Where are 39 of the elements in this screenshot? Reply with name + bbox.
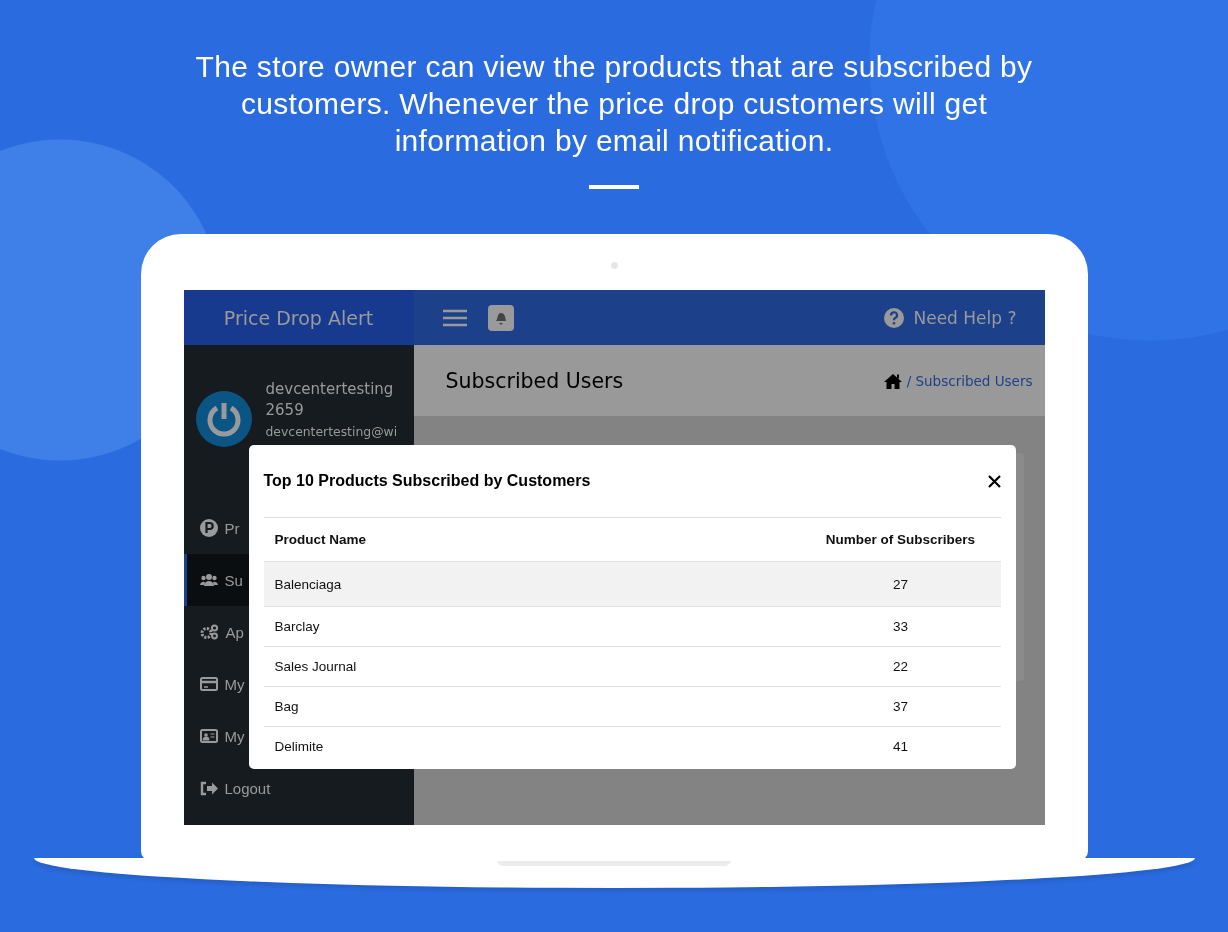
- table-cell-text: Balenciaga: [273, 576, 343, 592]
- table-cell-text: Bag: [273, 699, 300, 714]
- bell-icon[interactable]: [487, 304, 514, 331]
- product-icon: [199, 519, 218, 537]
- logout-icon: [199, 780, 218, 796]
- id-card-icon: [199, 729, 218, 743]
- camera-dot: [610, 262, 618, 269]
- sidebar-item[interactable]: My: [183, 658, 249, 710]
- menu-icon[interactable]: [441, 307, 468, 328]
- table-cell-text: 37: [892, 699, 909, 714]
- users-icon: [199, 573, 218, 587]
- table-cell-text: 41: [892, 739, 909, 754]
- app-brand: Price Drop Alert: [183, 290, 414, 345]
- breadcrumb-link[interactable]: / Subscribed Users: [906, 372, 1033, 389]
- sidebar-item[interactable]: Logout: [183, 762, 275, 814]
- home-icon[interactable]: [883, 372, 902, 389]
- help-icon: [884, 307, 905, 328]
- table-cell-text: 33: [892, 619, 909, 634]
- sidebar-item[interactable]: My: [183, 710, 249, 762]
- table-cell-text: Barclay: [273, 619, 321, 634]
- column-header: Number of Subscribers: [824, 532, 977, 547]
- headline: The store owner can view the products that are subscribed by customers. Whenever the price drop customers will get information by email notification.: [194, 49, 1034, 159]
- table-cell-text: 22: [892, 659, 909, 674]
- card-icon: [199, 677, 218, 691]
- table-cell-text: Sales Journal: [273, 659, 358, 674]
- column-header: Product Name: [273, 532, 368, 547]
- sidebar-item[interactable]: Pr: [183, 502, 249, 554]
- modal-title: Top 10 Products Subscribed by Customers: [263, 472, 591, 490]
- page-title: Subscribed Users: [445, 368, 624, 393]
- table-cell-text: Delimite: [273, 739, 325, 754]
- table-cell-text: 27: [892, 576, 909, 592]
- gears-icon: [199, 624, 219, 640]
- sidebar-item[interactable]: Su: [183, 554, 249, 606]
- help-link[interactable]: Need Help ?: [913, 307, 1017, 328]
- close-icon[interactable]: [987, 474, 1001, 488]
- user-name: devcentertesting 2659: [265, 379, 395, 421]
- highlighted-row[interactable]: Balenciaga 27: [263, 562, 1001, 607]
- user-email: devcentertesting@wi: [265, 424, 399, 439]
- sidebar-item[interactable]: Ap: [183, 606, 249, 658]
